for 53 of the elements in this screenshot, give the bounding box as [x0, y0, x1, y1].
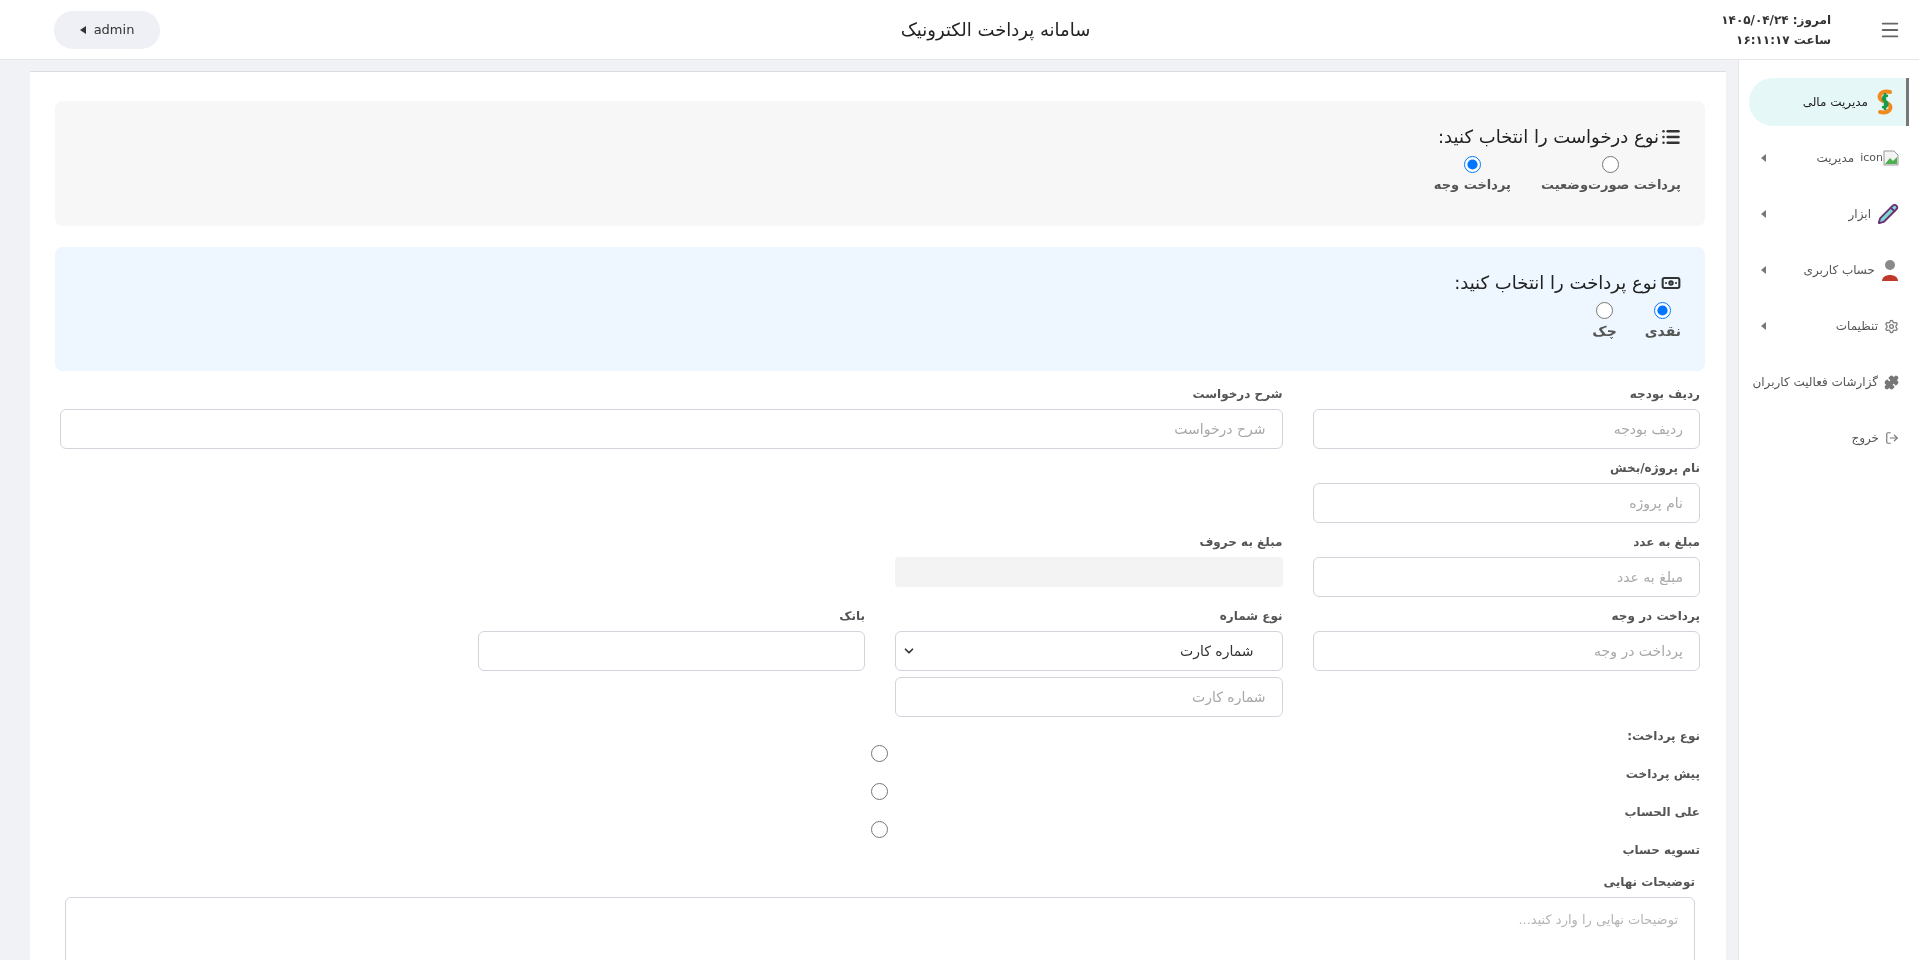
logout-icon — [1885, 431, 1899, 445]
field-label: نام پروژه/بخش — [1609, 460, 1700, 477]
radio-label: پیش پرداخت — [1625, 766, 1700, 783]
section-title: نوع درخواست را انتخاب کنید: — [1438, 125, 1659, 150]
image-alt-text: icon — [1860, 149, 1883, 166]
radio-label: چک — [1592, 322, 1617, 341]
description-field[interactable]: شرح درخواست — [60, 409, 1283, 449]
broken-image-icon — [1883, 150, 1899, 166]
field-label: مبلغ به عدد — [1632, 534, 1700, 551]
sidebar-item[interactable]: تنظیمات — [1749, 302, 1909, 350]
radio-label: پرداخت وجه — [1433, 176, 1511, 194]
gears-icon — [1884, 318, 1899, 334]
user-avatar-icon — [1881, 258, 1899, 282]
field-label: ردیف بودجه — [1628, 386, 1700, 403]
date-text: امروز: ۱۴۰۵/۰۴/۲۴ — [1720, 11, 1831, 30]
radio-label: تسویه حساب — [1622, 842, 1700, 859]
sidebar-item[interactable]: خروج — [1749, 414, 1909, 462]
caret-icon — [79, 25, 86, 34]
radio-label: نقدی — [1644, 322, 1681, 341]
field-label: نوع پرداخت: — [1626, 728, 1700, 745]
radio-label: پرداخت صورت‌وضعیت — [1540, 176, 1681, 194]
app-title: سامانه پرداخت الکترونیک — [900, 18, 1091, 43]
radio-button[interactable] — [1654, 302, 1672, 319]
radio-button[interactable] — [1596, 302, 1613, 319]
field-label: نوع شماره — [1218, 608, 1283, 625]
radio-label: علی الحساب — [1624, 804, 1700, 821]
radio-button[interactable] — [871, 783, 888, 800]
amount-digits-field[interactable]: مبلغ به عدد — [1312, 557, 1700, 597]
card-number-field[interactable]: شماره کارت — [895, 677, 1283, 717]
sidebar-item[interactable]: مدیریت مالی — [1749, 78, 1909, 126]
radio-button[interactable] — [1463, 156, 1481, 173]
field-label: شرح درخواست — [1191, 386, 1283, 403]
user-menu-button[interactable]: admin — [54, 10, 160, 49]
field-label: پرداخت در وجه — [1610, 608, 1700, 625]
time-text: ساعت ۱۶:۱۱:۱۷ — [1735, 31, 1831, 49]
number-type-select[interactable]: شماره کارت — [895, 631, 1283, 671]
payee-field[interactable]: پرداخت در وجه — [1312, 631, 1700, 671]
puzzle-icon — [1884, 374, 1899, 390]
field-label: بانک — [838, 608, 865, 625]
budget-line-field[interactable]: ردیف بودجه — [1312, 409, 1700, 449]
field-label: توضیحات نهایی — [1602, 874, 1695, 891]
radio-button[interactable] — [1602, 156, 1620, 173]
field-label: مبلغ به حروف — [1198, 534, 1283, 551]
final-notes-field[interactable]: توضیحات نهایی را وارد کنید... — [65, 897, 1695, 960]
section-title: نوع پرداخت را انتخاب کنید: — [1454, 271, 1657, 296]
sidebar-item[interactable]: حساب کاربری — [1749, 246, 1909, 294]
project-name-field[interactable]: نام پروژه — [1312, 483, 1700, 523]
pencil-icon — [1877, 203, 1899, 225]
bank-field[interactable] — [477, 631, 865, 671]
radio-button[interactable] — [871, 821, 888, 838]
sidebar-item[interactable]: ابزار — [1749, 190, 1909, 238]
sidebar-item[interactable]: گزارشات فعالیت کاربران — [1749, 358, 1909, 406]
radio-button[interactable] — [871, 745, 888, 762]
